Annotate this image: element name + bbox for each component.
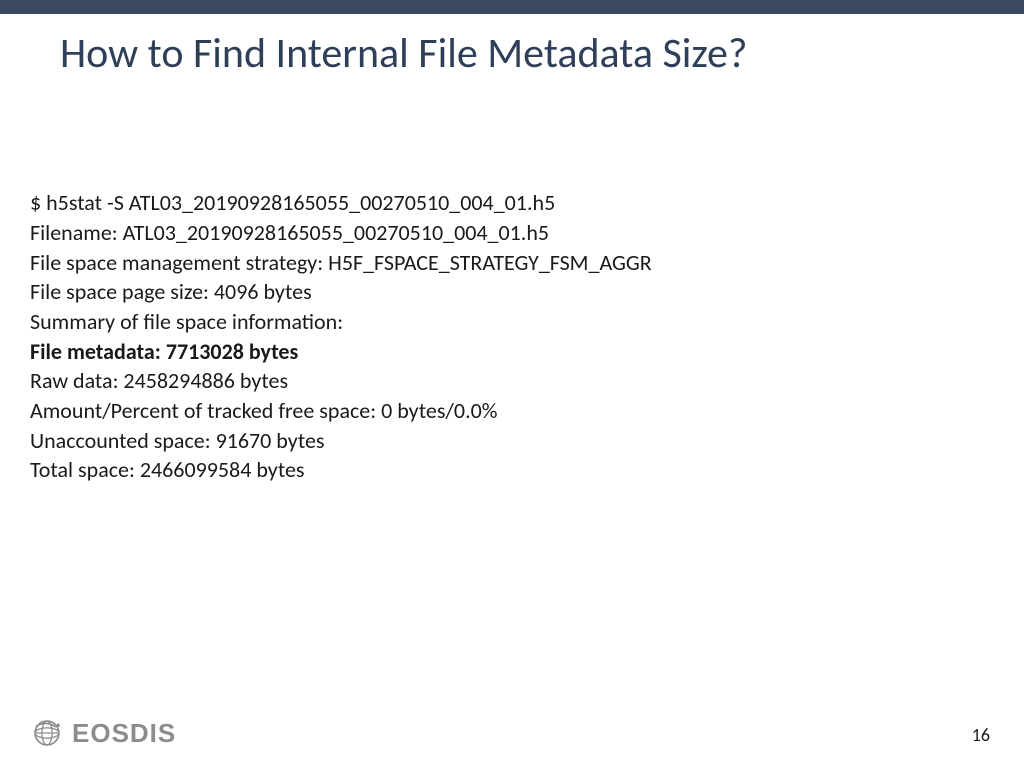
page-number: 16 <box>972 724 990 746</box>
output-file-metadata: File metadata: 7713028 bytes <box>30 337 994 367</box>
eosdis-logo: EOSDIS <box>30 716 176 750</box>
cmd-line: $ h5stat -S ATL03_20190928165055_0027051… <box>30 188 994 218</box>
logo-text: EOSDIS <box>72 718 176 749</box>
globe-icon <box>30 716 64 750</box>
slide-footer: EOSDIS 16 <box>0 708 1024 754</box>
output-filename: Filename: ATL03_20190928165055_00270510_… <box>30 218 994 248</box>
output-unaccounted: Unaccounted space: 91670 bytes <box>30 426 994 456</box>
top-bar <box>0 0 1024 14</box>
output-total: Total space: 2466099584 bytes <box>30 455 994 485</box>
output-page-size: File space page size: 4096 bytes <box>30 277 994 307</box>
output-raw-data: Raw data: 2458294886 bytes <box>30 366 994 396</box>
slide-body: $ h5stat -S ATL03_20190928165055_0027051… <box>30 188 994 485</box>
output-free-space: Amount/Percent of tracked free space: 0 … <box>30 396 994 426</box>
slide-title: How to Find Internal File Metadata Size? <box>60 30 964 78</box>
output-summary-header: Summary of file space information: <box>30 307 994 337</box>
output-strategy: File space management strategy: H5F_FSPA… <box>30 248 994 278</box>
